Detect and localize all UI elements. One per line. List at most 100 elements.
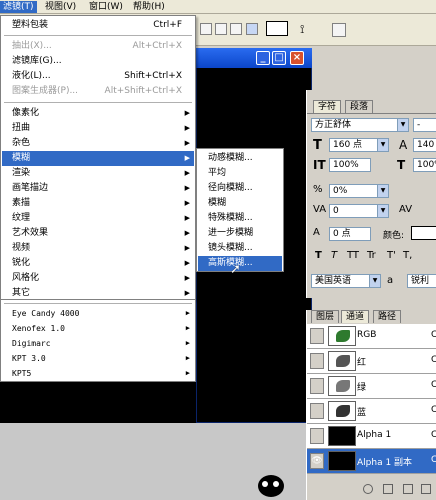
menu-item-sharpen[interactable]: 锐化 ▶	[2, 256, 194, 271]
channel-name: RGB	[357, 330, 377, 340]
menu-item-pixelate[interactable]: 像素化 ▶	[2, 106, 194, 121]
font-style-select[interactable]: -	[413, 118, 436, 132]
new-channel-icon[interactable]	[403, 484, 413, 494]
text-color-swatch[interactable]	[411, 226, 436, 240]
menu-item-liquify[interactable]: 液化(L)... Shift+Ctrl+X	[2, 69, 194, 84]
visibility-toggle[interactable]	[310, 328, 324, 344]
trash-icon[interactable]	[421, 484, 431, 494]
blur-submenu: 动感模糊... 平均 径向模糊... 模糊 特殊模糊... 进一步模糊 镜头模糊…	[196, 148, 284, 272]
vertical-scale-field[interactable]: 100%	[329, 158, 371, 172]
channel-row-alpha1-copy[interactable]: 👁 Alpha 1 副本 C	[307, 449, 436, 474]
leaf-icon	[336, 355, 350, 367]
save-selection-icon[interactable]	[383, 484, 393, 494]
palette-toggle-icon[interactable]	[332, 23, 346, 37]
justify-icon[interactable]	[246, 23, 258, 35]
menu-item-noise[interactable]: 杂色 ▶	[2, 136, 194, 151]
anti-alias-select[interactable]: 锐利	[407, 274, 436, 288]
close-button[interactable]: ×	[290, 51, 304, 65]
menu-item-video[interactable]: 视频 ▶	[2, 241, 194, 256]
menu-item-kpt5[interactable]: KPT5 ▶	[2, 366, 194, 381]
submenu-item-lens-blur[interactable]: 镜头模糊...	[198, 241, 282, 256]
menu-item-artistic[interactable]: 艺术效果 ▶	[2, 226, 194, 241]
channels-panel: 图层 通道 路径 RGB C 红 C 绿 C 蓝 C Alpha 1 C 👁 A…	[306, 310, 436, 500]
visibility-toggle[interactable]	[310, 378, 324, 394]
menu-divider	[4, 102, 192, 103]
channel-row-green[interactable]: 绿 C	[307, 374, 436, 399]
small-caps-button[interactable]: Tr	[367, 250, 376, 261]
channel-row-rgb[interactable]: RGB C	[307, 324, 436, 349]
menu-item-other[interactable]: 其它 ▶	[2, 286, 194, 300]
menu-item-texture[interactable]: 纹理 ▶	[2, 211, 194, 226]
menu-item-eye-candy[interactable]: Eye Candy 4000 ▶	[2, 306, 194, 321]
channel-row-alpha1[interactable]: Alpha 1 C	[307, 424, 436, 449]
document-title-bar[interactable]: _ □ ×	[196, 48, 312, 68]
channel-row-blue[interactable]: 蓝 C	[307, 399, 436, 424]
faux-italic-button[interactable]: T	[331, 250, 337, 261]
tab-paragraph[interactable]: 段落	[345, 100, 374, 113]
submenu-item-smart-blur[interactable]: 特殊模糊...	[198, 211, 282, 226]
font-family-select[interactable]: 方正舒体 ▼	[311, 118, 409, 132]
menu-view[interactable]: 视图(V)	[42, 1, 79, 13]
menu-item-extract[interactable]: 抽出(X)... Alt+Ctrl+X	[2, 39, 194, 54]
minimize-button[interactable]: _	[256, 51, 270, 65]
font-size-field[interactable]: 160 点 ▼	[329, 138, 389, 152]
visibility-toggle[interactable]	[310, 403, 324, 419]
align-right-icon[interactable]	[230, 23, 242, 35]
menu-item-kpt3[interactable]: KPT 3.0 ▶	[2, 351, 194, 366]
menu-item-distort[interactable]: 扭曲 ▶	[2, 121, 194, 136]
tab-layers[interactable]: 图层	[311, 310, 340, 323]
menu-item-last-filter[interactable]: 塑料包装 Ctrl+F	[2, 18, 194, 33]
all-caps-button[interactable]: TT	[347, 250, 359, 261]
visibility-toggle[interactable]	[310, 353, 324, 369]
align-center-icon[interactable]	[215, 23, 227, 35]
tracking-field[interactable]: 0% ▼	[329, 184, 389, 198]
align-icon[interactable]	[200, 23, 212, 35]
menu-item-xenofex[interactable]: Xenofex 1.0 ▶	[2, 321, 194, 336]
channel-shortcut: C	[431, 405, 436, 415]
warp-text-icon[interactable]: ⟟	[300, 22, 304, 37]
menu-filter[interactable]: 滤镜(T)	[0, 1, 37, 13]
eye-icon[interactable]: 👁	[310, 453, 324, 469]
menu-window[interactable]: 窗口(W)	[86, 1, 126, 13]
menu-item-stylize[interactable]: 风格化 ▶	[2, 271, 194, 286]
baseline-field[interactable]: 0 点	[329, 227, 371, 241]
submenu-arrow-icon: ▶	[185, 354, 190, 362]
maximize-button[interactable]: □	[272, 51, 286, 65]
visibility-toggle[interactable]	[310, 428, 324, 444]
submenu-item-radial-blur[interactable]: 径向模糊...	[198, 181, 282, 196]
channel-thumbnail	[328, 326, 356, 346]
superscript-button[interactable]: T'	[387, 250, 396, 261]
channel-row-red[interactable]: 红 C	[307, 349, 436, 374]
menu-item-render[interactable]: 渲染 ▶	[2, 166, 194, 181]
menu-item-sketch[interactable]: 素描 ▶	[2, 196, 194, 211]
horizontal-scale-value: 100%	[417, 160, 436, 170]
subscript-button[interactable]: T,	[403, 250, 412, 261]
menu-item-pattern-maker[interactable]: 图案生成器(P)... Alt+Shift+Ctrl+X	[2, 84, 194, 99]
kerning-field[interactable]: 0 ▼	[329, 204, 389, 218]
leading-field[interactable]: 140	[413, 138, 436, 152]
horizontal-scale-field[interactable]: 100%	[413, 158, 436, 172]
menu-item-brush-strokes[interactable]: 画笔描边 ▶	[2, 181, 194, 196]
submenu-item-blur-more[interactable]: 进一步模糊	[198, 226, 282, 241]
vertical-scale-value: 100%	[333, 160, 359, 170]
color-swatch[interactable]	[266, 21, 288, 36]
submenu-item-motion-blur[interactable]: 动感模糊...	[198, 151, 282, 166]
tab-channels[interactable]: 通道	[341, 310, 370, 323]
faux-bold-button[interactable]: T	[315, 250, 322, 261]
menu-help[interactable]: 帮助(H)	[130, 1, 168, 13]
menu-item-label: Eye Candy 4000	[12, 309, 80, 318]
language-select[interactable]: 美国英语 ▼	[311, 274, 381, 288]
menu-item-blur[interactable]: 模糊 ▶	[2, 151, 194, 166]
channel-shortcut: C	[431, 455, 436, 465]
font-size-value: 160 点	[333, 140, 363, 150]
menu-item-digimarc[interactable]: Digimarc ▶	[2, 336, 194, 351]
submenu-item-average[interactable]: 平均	[198, 166, 282, 181]
submenu-arrow-icon: ▶	[184, 274, 190, 282]
menu-item-gallery[interactable]: 滤镜库(G)...	[2, 54, 194, 69]
tab-character[interactable]: 字符	[313, 100, 342, 113]
submenu-arrow-icon: ▶	[185, 309, 190, 317]
menu-item-label: 素描	[12, 198, 31, 208]
tab-paths[interactable]: 路径	[373, 310, 402, 323]
submenu-item-blur[interactable]: 模糊	[198, 196, 282, 211]
load-selection-icon[interactable]	[363, 484, 373, 494]
